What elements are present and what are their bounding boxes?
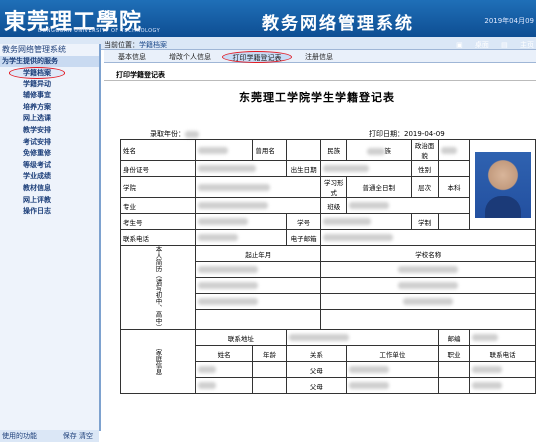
sidebar-item-textbook[interactable]: 教材信息 — [2, 183, 72, 195]
breadcrumb: 当前位置：学籍档案 — [104, 41, 167, 49]
sidebar-item-course-select[interactable]: 网上选课 — [2, 113, 72, 125]
content-area: 打印学籍登记表 东莞理工学院学生学籍登记表 录取年份： 打印日期：2019-04… — [104, 63, 536, 431]
sidebar-item-log[interactable]: 操作日志 — [2, 206, 72, 218]
tab-bar: 基本信息 增改个人信息 打印学籍登记表 注册信息 — [104, 50, 536, 63]
system-title: 教务网络管理系统 — [262, 14, 414, 34]
sidebar-title: 教务网络管理系统 — [2, 45, 66, 54]
sidebar-item-student-record[interactable]: 学籍档案 — [9, 67, 65, 79]
home-link[interactable]: ▤ 主页 — [501, 41, 534, 49]
tab-basic-info[interactable]: 基本信息 — [108, 51, 156, 63]
registration-table: 姓名 曾用名 民族 族 政治面貌 身份证号 出生日期 性别 学院 学习形式 普通… — [120, 139, 536, 394]
sidebar: 教务网络管理系统 为学生提供的服务 学籍档案 学籍异动 辅修事宜 培养方案 网上… — [0, 44, 101, 442]
sidebar-item-evaluation[interactable]: 网上评教 — [2, 195, 72, 207]
header-date: 2019年04月09 — [484, 17, 534, 25]
app-header: 東莞理工學院 DONGGUAN UNIVERSITY OF TECHNOLOGY… — [0, 0, 536, 37]
used-functions-bar: 使用的功能 保存 清空 — [0, 430, 99, 442]
used-functions-label: 使用的功能 — [2, 432, 37, 440]
university-logo-en: DONGGUAN UNIVERSITY OF TECHNOLOGY — [38, 28, 161, 34]
print-date: 打印日期：2019-04-09 — [369, 130, 445, 138]
sidebar-item-level-exam[interactable]: 等级考试 — [2, 160, 72, 172]
enroll-year: 录取年份： — [150, 129, 199, 139]
sidebar-section-header[interactable]: 为学生提供的服务 — [0, 56, 99, 67]
save-button[interactable]: 保存 — [63, 432, 77, 440]
sidebar-item-grades[interactable]: 学业成绩 — [2, 171, 72, 183]
tab-print-record[interactable]: 打印学籍登记表 — [222, 51, 292, 63]
clear-button[interactable]: 清空 — [79, 432, 93, 440]
sidebar-item-status-change[interactable]: 学籍异动 — [2, 79, 72, 91]
student-photo — [474, 151, 531, 218]
sidebar-item-minor[interactable]: 辅修事宜 — [2, 90, 72, 102]
page-heading: 打印学籍登记表 — [104, 69, 536, 81]
document-title: 东莞理工学院学生学籍登记表 — [239, 91, 395, 104]
sidebar-item-exam[interactable]: 考试安排 — [2, 137, 72, 149]
sidebar-item-teaching[interactable]: 教学安排 — [2, 125, 72, 137]
sidebar-item-retake[interactable]: 免修重修 — [2, 148, 72, 160]
sidebar-item-program[interactable]: 培养方案 — [2, 102, 72, 114]
tab-edit-info[interactable]: 增改个人信息 — [160, 51, 220, 63]
top-links: ▣ 桌面 ▤ 主页 — [446, 40, 534, 50]
tab-registration[interactable]: 注册信息 — [296, 51, 342, 63]
desktop-link[interactable]: ▣ 桌面 — [456, 41, 489, 49]
breadcrumb-current[interactable]: 学籍档案 — [139, 41, 167, 49]
